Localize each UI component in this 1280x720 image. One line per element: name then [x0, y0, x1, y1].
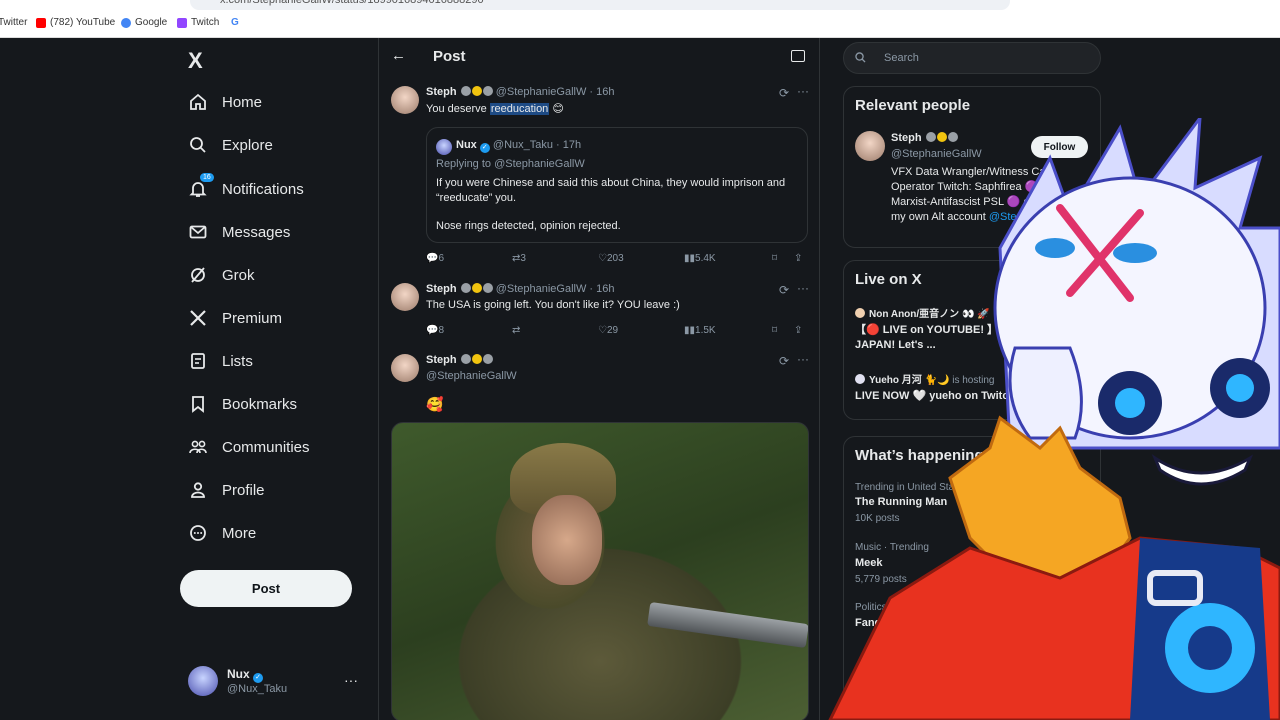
- back-arrow-icon[interactable]: ←: [391, 47, 406, 64]
- bookmark-g[interactable]: G: [231, 17, 239, 28]
- avatar[interactable]: [391, 354, 419, 382]
- post-column: ← Post Steph @StephanieGallW · 16h ⟳ ···…: [378, 38, 820, 720]
- author-name[interactable]: Steph: [426, 86, 457, 98]
- nav-communities[interactable]: Communities: [188, 437, 310, 457]
- bookmark-google[interactable]: Google: [121, 17, 167, 28]
- reader-mode-icon[interactable]: [791, 50, 805, 62]
- grok-icon[interactable]: ⟳: [779, 354, 789, 368]
- gray-circle-icon: [460, 283, 471, 293]
- search-icon: [190, 137, 206, 153]
- tweet-text: You deserve reeducation 😊: [426, 103, 564, 115]
- author-handle: @StephanieGallW · 16h: [495, 283, 615, 295]
- gray-circle-icon: [460, 354, 471, 364]
- sidebar-nav: X Home Explore 16 Notifications Messages…: [180, 38, 378, 720]
- reply-button[interactable]: 💬 6: [426, 253, 444, 264]
- bell-icon: [189, 182, 207, 197]
- yellow-circle-icon: [471, 354, 482, 364]
- notifications-badge: 16: [200, 173, 214, 182]
- gray-circle-icon: [482, 86, 493, 96]
- photo-rifle: [647, 601, 808, 649]
- section-title: Relevant people: [855, 97, 971, 114]
- twitch-icon: [177, 17, 187, 28]
- repost-button[interactable]: ⇄ 3: [512, 253, 526, 264]
- browser-toolbar: x.com/StephanieGallW/status/189901689401…: [0, 0, 1280, 38]
- mail-icon: [189, 225, 207, 239]
- list-icon: [191, 353, 205, 369]
- verified-icon: ✓: [253, 673, 264, 683]
- grok-icon[interactable]: ⟳: [779, 283, 789, 297]
- grok-icon[interactable]: ⟳: [779, 86, 789, 100]
- post-button[interactable]: Post: [180, 570, 352, 607]
- page-title: Post: [433, 48, 466, 65]
- bookmark-twitter[interactable]: Twitter: [0, 17, 27, 28]
- nav-home[interactable]: Home: [188, 92, 262, 112]
- search-icon: [855, 52, 866, 63]
- account-handle: @Nux_Taku: [227, 683, 288, 695]
- nav-explore[interactable]: Explore: [188, 135, 273, 155]
- views-button[interactable]: ▮▮ 5.4K: [684, 253, 716, 264]
- youtube-icon: [36, 17, 46, 28]
- more-dots-icon[interactable]: ···: [797, 84, 809, 98]
- person-icon: [191, 482, 205, 498]
- tweet-2[interactable]: Steph @StephanieGallW · 16h ⟳ ··· The US…: [391, 281, 811, 323]
- nav-premium[interactable]: Premium: [188, 308, 282, 328]
- account-switcher[interactable]: Nux ✓ @Nux_Taku ···: [188, 666, 368, 696]
- search-input[interactable]: Search: [843, 42, 1101, 74]
- more-circle-icon: [190, 525, 206, 541]
- repost-button[interactable]: ⇄: [512, 325, 520, 336]
- author-handle: @StephanieGallW · 16h: [495, 86, 615, 98]
- account-name: Nux: [227, 667, 250, 681]
- address-bar[interactable]: x.com/StephanieGallW/status/189901689401…: [190, 0, 1010, 10]
- gray-circle-icon: [460, 86, 471, 96]
- tweet-3[interactable]: Steph @StephanieGallW ⟳ ··· 🥰: [391, 352, 811, 414]
- quote-text-2: Nose rings detected, opinion rejected.: [436, 220, 621, 232]
- author-name[interactable]: Steph: [426, 354, 457, 366]
- x-logo-icon[interactable]: X: [188, 48, 203, 74]
- nav-bookmarks[interactable]: Bookmarks: [188, 394, 297, 414]
- grok-icon: [191, 267, 205, 283]
- bookmark-icon[interactable]: ⌑: [772, 253, 777, 264]
- nav-notifications[interactable]: 16 Notifications: [188, 173, 304, 199]
- home-icon: [190, 93, 206, 110]
- photo-face: [532, 495, 602, 585]
- avatar[interactable]: [391, 86, 419, 114]
- people-icon: [189, 440, 207, 454]
- nav-more[interactable]: More: [188, 523, 256, 543]
- tweet-photo[interactable]: [391, 422, 809, 720]
- quoted-tweet[interactable]: Nux ✓ @Nux_Taku · 17h Replying to @Steph…: [426, 127, 808, 243]
- nav-lists[interactable]: Lists: [188, 351, 253, 371]
- reply-button[interactable]: 💬 8: [426, 325, 444, 336]
- yellow-circle-icon: [471, 86, 482, 96]
- tweet-text: The USA is going left. You don't like it…: [426, 299, 680, 311]
- avatar[interactable]: [391, 283, 419, 311]
- more-dots-icon[interactable]: ···: [344, 672, 358, 688]
- google-icon: [121, 17, 131, 28]
- post-header: ← Post: [379, 38, 819, 78]
- avatar: [188, 666, 218, 696]
- yellow-circle-icon: [471, 283, 482, 293]
- verified-icon: ✓: [479, 143, 490, 153]
- x-icon: [190, 310, 206, 326]
- tweet-text: 🥰: [426, 396, 444, 412]
- bookmark-twitch[interactable]: Twitch: [177, 17, 219, 28]
- replying-to: Replying to @StephanieGallW: [436, 158, 585, 170]
- gray-circle-icon: [482, 283, 493, 293]
- gray-circle-icon: [482, 354, 493, 364]
- bookmark-icon[interactable]: ⌑: [772, 325, 777, 336]
- avatar: [436, 139, 452, 155]
- nav-profile[interactable]: Profile: [188, 480, 265, 500]
- like-button[interactable]: ♡ 29: [598, 325, 618, 336]
- bookmark-youtube[interactable]: (782) YouTube: [36, 17, 115, 28]
- tweet-1-actions: 💬 6 ⇄ 3 ♡ 203 ▮▮ 5.4K ⌑ ⇪: [426, 253, 806, 267]
- bookmark-icon: [192, 396, 204, 413]
- quote-text: If you were Chinese and said this about …: [436, 177, 786, 204]
- views-button[interactable]: ▮▮ 1.5K: [684, 325, 716, 336]
- vtuber-avatar-overlay: [828, 118, 1280, 720]
- tweet-2-actions: 💬 8 ⇄ ♡ 29 ▮▮ 1.5K ⌑ ⇪: [426, 325, 806, 339]
- like-button[interactable]: ♡ 203: [598, 253, 624, 264]
- nav-grok[interactable]: Grok: [188, 265, 255, 285]
- nav-messages[interactable]: Messages: [188, 222, 290, 242]
- author-name[interactable]: Steph: [426, 283, 457, 295]
- author-handle: @StephanieGallW: [426, 370, 517, 382]
